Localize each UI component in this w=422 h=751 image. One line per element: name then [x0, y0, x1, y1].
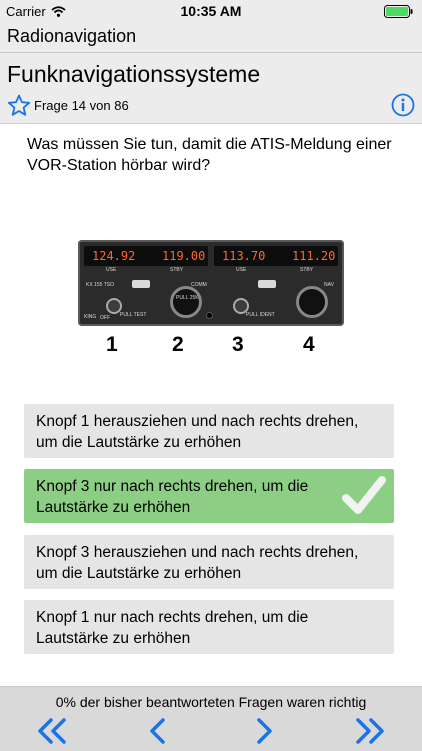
photocell — [206, 312, 213, 319]
nav-use-frequency: 113.70 — [222, 249, 266, 263]
navigation-bar: Radionavigation — [0, 22, 422, 53]
label-comm-use: USE — [106, 267, 117, 273]
star-icon[interactable] — [7, 94, 31, 117]
knob-2 — [170, 286, 202, 318]
knob-label-4: 4 — [303, 333, 315, 356]
nav-swap-button — [258, 280, 276, 288]
label-nav-use: USE — [236, 267, 247, 273]
chevron-left-icon — [150, 718, 165, 744]
label-comm-stby: STBY — [170, 267, 184, 273]
answer-text: Knopf 1 nur nach rechts drehen, um die L… — [36, 609, 309, 647]
knob-label-2: 2 — [172, 333, 184, 356]
question-counter: Frage 14 von 86 — [34, 98, 129, 113]
status-time: 10:35 AM — [180, 3, 242, 19]
battery-icon — [384, 5, 413, 18]
comm-display: 124.92 119.00 — [84, 246, 208, 266]
knob-4 — [296, 286, 328, 318]
label-pull-test: PULL TEST — [120, 312, 147, 318]
label-off: OFF — [100, 315, 110, 321]
label-king: KING — [84, 314, 97, 320]
comm-stby-frequency: 119.00 — [162, 249, 206, 263]
answer-text: Knopf 3 herausziehen und nach rechts dre… — [36, 544, 359, 582]
double-chevron-right-icon — [356, 718, 384, 744]
first-question-button[interactable] — [32, 715, 72, 747]
knob-label-3: 3 — [232, 333, 244, 356]
question-text: Was müssen Sie tun, damit die ATIS-Meldu… — [27, 136, 392, 174]
label-model: KX 155 TSO — [86, 282, 114, 288]
answer-text: Knopf 3 nur nach rechts drehen, um die L… — [36, 478, 309, 516]
label-nav: NAV — [324, 282, 334, 288]
label-pull-ident: PULL IDENT — [246, 312, 275, 318]
knob-number-labels: 1 2 3 4 — [78, 333, 344, 363]
nav-title: Radionavigation — [7, 26, 137, 46]
info-icon[interactable] — [391, 93, 415, 117]
next-question-button[interactable] — [244, 715, 284, 747]
answer-option-3[interactable]: Knopf 3 herausziehen und nach rechts dre… — [24, 535, 394, 589]
progress-text: 0% der bisher beantworteten Fragen waren… — [55, 694, 367, 710]
previous-question-button[interactable] — [138, 715, 178, 747]
answer-option-2[interactable]: Knopf 3 nur nach rechts drehen, um die L… — [24, 469, 394, 523]
comm-swap-button — [132, 280, 150, 288]
label-pull-25k: PULL 25K — [176, 295, 199, 301]
knob-label-1: 1 — [106, 333, 118, 356]
status-bar: Carrier 10:35 AM — [0, 0, 422, 22]
section-title: Funknavigationssysteme — [7, 61, 261, 87]
question-header: Funknavigationssysteme Frage 14 von 86 — [0, 53, 422, 124]
comm-use-frequency: 124.92 — [92, 249, 136, 263]
chevron-right-icon — [257, 718, 272, 744]
checkmark-icon — [342, 476, 386, 514]
answer-option-4[interactable]: Knopf 1 nur nach rechts drehen, um die L… — [24, 600, 394, 654]
last-question-button[interactable] — [350, 715, 390, 747]
footer-toolbar: 0% der bisher beantworteten Fragen waren… — [0, 686, 422, 751]
label-nav-stby: STBY — [300, 267, 314, 273]
answer-option-1[interactable]: Knopf 1 herausziehen und nach rechts dre… — [24, 404, 394, 458]
nav-stby-frequency: 111.20 — [292, 249, 336, 263]
radio-panel-image: 124.92 119.00 113.70 111.20 USE STBY USE… — [78, 240, 344, 326]
double-chevron-left-icon — [38, 718, 66, 744]
answer-text: Knopf 1 herausziehen und nach rechts dre… — [36, 413, 359, 451]
nav-display: 113.70 111.20 — [214, 246, 338, 266]
